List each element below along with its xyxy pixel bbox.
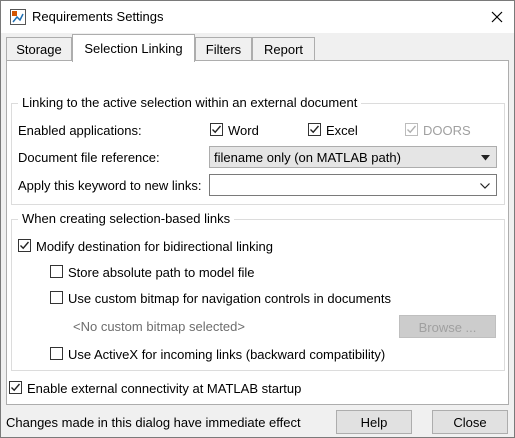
excel-label: Excel	[326, 123, 358, 138]
linking-group-title: Linking to the active selection within a…	[18, 95, 362, 110]
doors-checkbox	[405, 123, 418, 136]
chevron-down-icon	[481, 155, 490, 161]
tab-selection-linking[interactable]: Selection Linking	[72, 34, 195, 62]
activex-checkbox[interactable]	[50, 347, 63, 360]
tab-strip: Storage Selection Linking Filters Report	[1, 33, 514, 62]
document-file-reference-value: filename only (on MATLAB path)	[214, 150, 401, 165]
external-connectivity-checkbox[interactable]	[9, 381, 22, 394]
store-absolute-path-checkbox[interactable]	[50, 265, 63, 278]
word-label: Word	[228, 123, 259, 138]
help-button[interactable]: Help	[336, 410, 412, 434]
activex-label: Use ActiveX for incoming links (backward…	[68, 347, 386, 362]
external-connectivity-label: Enable external connectivity at MATLAB s…	[27, 381, 302, 396]
checkmark-icon	[11, 383, 21, 392]
window-title: Requirements Settings	[32, 9, 164, 24]
excel-checkbox[interactable]	[308, 123, 321, 136]
tab-report[interactable]: Report	[252, 37, 315, 61]
document-file-reference-select[interactable]: filename only (on MATLAB path)	[209, 146, 497, 168]
modify-destination-label: Modify destination for bidirectional lin…	[36, 239, 274, 254]
status-text: Changes made in this dialog have immedia…	[6, 415, 301, 430]
matlab-app-icon	[10, 9, 26, 25]
close-window-button[interactable]	[480, 1, 514, 33]
checkmark-icon	[212, 125, 222, 134]
keyword-label: Apply this keyword to new links:	[18, 178, 202, 193]
checkmark-icon	[407, 125, 417, 134]
chevron-down-icon	[480, 183, 490, 189]
tab-storage[interactable]: Storage	[6, 37, 72, 61]
bitmap-path-text: <No custom bitmap selected>	[73, 319, 245, 334]
title-bar: Requirements Settings	[1, 1, 514, 33]
close-button[interactable]: Close	[432, 410, 508, 434]
custom-bitmap-checkbox[interactable]	[50, 291, 63, 304]
tab-filters[interactable]: Filters	[195, 37, 252, 61]
selection-linking-panel: Linking to the active selection within a…	[6, 60, 509, 405]
keyword-combo[interactable]	[209, 174, 497, 196]
store-absolute-path-label: Store absolute path to model file	[68, 265, 255, 280]
doors-label: DOORS	[423, 123, 471, 138]
checkmark-icon	[310, 125, 320, 134]
document-file-reference-label: Document file reference:	[18, 150, 160, 165]
browse-button[interactable]: Browse ...	[399, 315, 496, 338]
selection-group-title: When creating selection-based links	[18, 211, 235, 226]
modify-destination-checkbox[interactable]	[18, 239, 31, 252]
word-checkbox[interactable]	[210, 123, 223, 136]
checkmark-icon	[20, 241, 30, 250]
requirements-settings-dialog: Requirements Settings Storage Selection …	[0, 0, 515, 438]
custom-bitmap-label: Use custom bitmap for navigation control…	[68, 291, 391, 306]
close-icon	[491, 11, 503, 23]
enabled-applications-label: Enabled applications:	[18, 123, 142, 138]
